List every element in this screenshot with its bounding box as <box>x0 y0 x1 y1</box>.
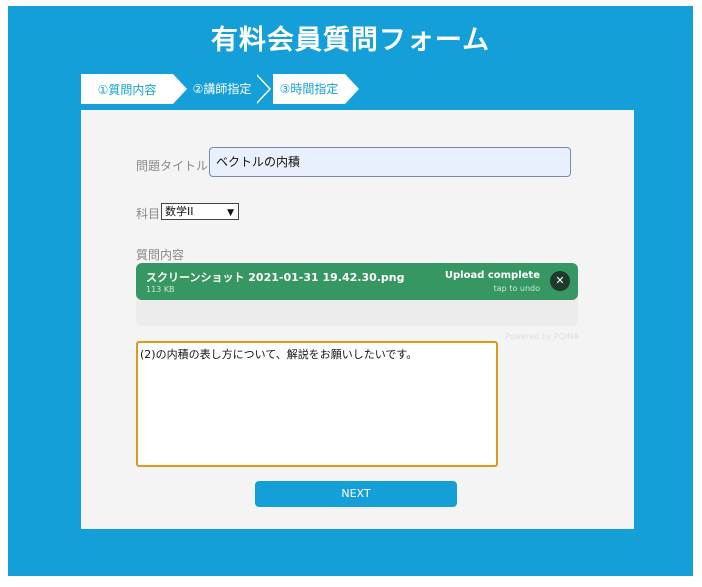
uploaded-file-item: スクリーンショット 2021-01-31 19.42.30.png 113 KB… <box>136 263 578 300</box>
chevron-down-icon: ▼ <box>227 208 234 218</box>
form-panel: 問題タイトル ベクトルの内積 科目 数学II ▼ 質問内容 スクリーンショット … <box>81 110 634 529</box>
next-button[interactable]: NEXT <box>255 481 457 507</box>
content-label: 質問内容 <box>136 248 185 262</box>
form-frame: 有料会員質問フォーム ①質問内容 ②講師指定 ③時間指定 問題タイトル ベクトル… <box>8 6 693 576</box>
step-instructor: ②講師指定 <box>192 82 252 96</box>
file-upload-area[interactable]: スクリーンショット 2021-01-31 19.42.30.png 113 KB… <box>136 263 578 326</box>
subject-value: 数学II <box>165 205 194 218</box>
step-question-content: ①質問内容 <box>81 74 173 104</box>
title-input[interactable]: ベクトルの内積 <box>209 147 571 177</box>
step-indicator: ①質問内容 ②講師指定 ③時間指定 <box>81 74 371 104</box>
step-time: ③時間指定 <box>273 74 345 104</box>
file-size: 113 KB <box>146 285 175 294</box>
step-arrow-inner <box>255 74 269 104</box>
powered-by: Powered by PQINA <box>505 332 579 341</box>
close-icon[interactable]: ✕ <box>550 271 570 291</box>
step-arrow <box>173 74 187 104</box>
page-title: 有料会員質問フォーム <box>210 25 491 56</box>
tap-to-undo[interactable]: tap to undo <box>494 284 540 293</box>
subject-label: 科目 <box>136 207 161 221</box>
upload-status: Upload complete <box>444 270 540 281</box>
step-arrow <box>345 74 359 104</box>
file-name: スクリーンショット 2021-01-31 19.42.30.png <box>146 271 405 284</box>
subject-select[interactable]: 数学II ▼ <box>161 203 239 220</box>
question-textarea[interactable]: (2)の内積の表し方について、解説をお願いしたいです。 <box>136 341 498 467</box>
title-label: 問題タイトル <box>136 159 209 173</box>
